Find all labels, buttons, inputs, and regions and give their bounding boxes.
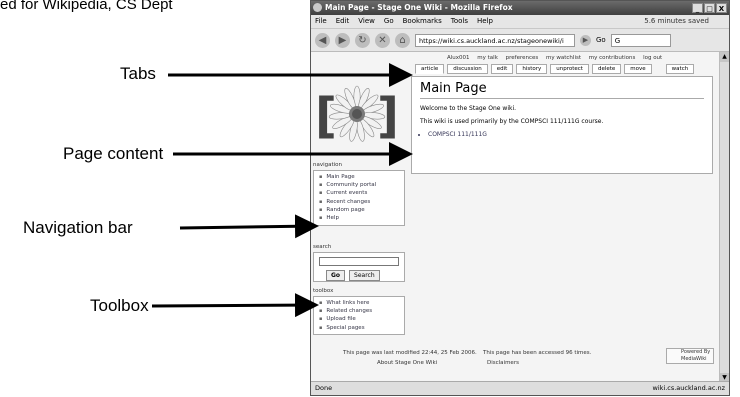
home-icon[interactable]: ⌂	[395, 32, 410, 48]
maximize-button[interactable]: □	[704, 3, 715, 13]
user-link[interactable]: Alux001	[447, 55, 470, 61]
search-portlet: Go Search	[313, 252, 405, 282]
toolbox-arrow	[151, 293, 319, 318]
menu-bookmarks[interactable]: Bookmarks	[403, 15, 442, 28]
page-content-callout-label: Page content	[63, 144, 164, 163]
search-button[interactable]: Search	[349, 270, 380, 281]
navigation-bar-callout-label: Navigation bar	[23, 218, 133, 237]
my-contributions-link[interactable]: my contributions	[589, 55, 636, 61]
nav-recent-changes[interactable]: Recent changes	[319, 198, 404, 206]
reload-icon[interactable]: ↻	[355, 32, 370, 48]
browser-window: Main Page - Stage One Wiki - Mozilla Fir…	[310, 0, 730, 396]
figure-caption: ed for Wikipedia, CS Dept	[0, 0, 173, 13]
page-content: Main Page Welcome to the Stage One wiki.…	[411, 76, 713, 174]
toolbox-upload-file[interactable]: Upload file	[319, 315, 404, 323]
footer-last-modified: This page was last modified 22:44, 25 Fe…	[343, 350, 477, 356]
course-link[interactable]: COMPSCI 111/111G	[428, 131, 704, 138]
search-go-button[interactable]: Go	[326, 270, 346, 281]
footer-about-link[interactable]: About Stage One Wiki	[377, 360, 437, 366]
navigation-heading: navigation	[313, 162, 343, 168]
search-heading: search	[313, 244, 332, 250]
stop-icon[interactable]: ✕	[375, 32, 390, 48]
menu-edit[interactable]: Edit	[336, 15, 350, 28]
go-button[interactable]: Go	[596, 36, 606, 44]
go-icon[interactable]: ▶	[580, 34, 591, 46]
wiki-search-input[interactable]	[319, 257, 399, 266]
toolbox-what-links-here[interactable]: What links here	[319, 299, 404, 307]
personal-tools: Alux001 my talk preferences my watchlist…	[441, 55, 662, 61]
status-host: wiki.cs.auckland.ac.nz	[652, 384, 725, 392]
browser-search-input[interactable]: G	[610, 33, 671, 47]
tab-delete[interactable]: delete	[591, 64, 622, 74]
toolbox-special-pages[interactable]: Special pages	[319, 324, 404, 332]
footer-disclaimers-link[interactable]: Disclaimers	[487, 360, 519, 366]
tab-edit[interactable]: edit	[490, 64, 514, 74]
forward-arrow-icon[interactable]: ▶	[335, 32, 350, 48]
close-button[interactable]: X	[716, 3, 727, 13]
preferences-link[interactable]: preferences	[506, 55, 539, 61]
page-tabs: article discussion edit history unprotec…	[415, 64, 695, 74]
nav-community-portal[interactable]: Community portal	[319, 181, 404, 189]
page-footer: This page was last modified 22:44, 25 Fe…	[311, 348, 719, 378]
menu-file[interactable]: File	[315, 15, 327, 28]
window-title: Main Page - Stage One Wiki - Mozilla Fir…	[325, 3, 513, 12]
page-title: Main Page	[420, 81, 704, 99]
nav-current-events[interactable]: Current events	[319, 189, 404, 197]
menu-help[interactable]: Help	[477, 15, 493, 28]
navigation-toolbar: ◀ ▶ ↻ ✕ ⌂ https://wiki.cs.auckland.ac.nz…	[311, 29, 729, 52]
scroll-up-arrow-icon[interactable]: ▲	[720, 52, 729, 62]
menu-view[interactable]: View	[358, 15, 375, 28]
nav-help[interactable]: Help	[319, 214, 404, 222]
tabs-callout-label: Tabs	[120, 64, 156, 83]
page-viewport: Alux001 my talk preferences my watchlist…	[311, 52, 719, 383]
my-watchlist-link[interactable]: my watchlist	[546, 55, 581, 61]
tab-discussion[interactable]: discussion	[447, 64, 488, 74]
navigation-bar-arrow	[179, 214, 319, 239]
status-bar: Done wiki.cs.auckland.ac.nz	[311, 381, 729, 395]
toolbox-callout-label: Toolbox	[90, 296, 149, 315]
back-arrow-icon[interactable]: ◀	[315, 32, 330, 48]
nav-random-page[interactable]: Random page	[319, 206, 404, 214]
nav-main-page[interactable]: Main Page	[319, 173, 404, 181]
saved-status: 5.6 minutes saved	[644, 17, 709, 25]
status-done: Done	[315, 384, 333, 392]
title-bar: Main Page - Stage One Wiki - Mozilla Fir…	[311, 1, 729, 15]
address-bar[interactable]: https://wiki.cs.auckland.ac.nz/stageonew…	[415, 33, 575, 47]
footer-accessed: This page has been accessed 96 times.	[483, 350, 592, 356]
menu-bar: File Edit View Go Bookmarks Tools Help 5…	[311, 15, 729, 29]
tab-article[interactable]: article	[415, 64, 445, 74]
minimize-button[interactable]: _	[692, 3, 703, 13]
log-out-link[interactable]: log out	[643, 55, 662, 61]
toolbox-related-changes[interactable]: Related changes	[319, 307, 404, 315]
vertical-scrollbar[interactable]: ▲ ▼	[719, 52, 729, 383]
menu-tools[interactable]: Tools	[451, 15, 468, 28]
navigation-portlet: Main Page Community portal Current event…	[313, 170, 405, 226]
powered-by-mediawiki-badge[interactable]: Powered By MediaWiki	[666, 348, 714, 364]
menu-go[interactable]: Go	[384, 15, 394, 28]
usage-text: This wiki is used primarily by the COMPS…	[420, 118, 604, 125]
tab-move[interactable]: move	[624, 64, 652, 74]
toolbox-portlet: What links here Related changes Upload f…	[313, 296, 405, 335]
tab-unprotect[interactable]: unprotect	[550, 64, 589, 74]
tab-watch[interactable]: watch	[665, 64, 695, 74]
firefox-icon	[313, 3, 322, 12]
my-talk-link[interactable]: my talk	[477, 55, 498, 61]
welcome-text: Welcome to the Stage One wiki.	[420, 105, 517, 112]
wiki-logo[interactable]: [ ]	[313, 72, 401, 154]
tab-history[interactable]: history	[516, 64, 548, 74]
toolbox-heading: toolbox	[313, 288, 334, 294]
